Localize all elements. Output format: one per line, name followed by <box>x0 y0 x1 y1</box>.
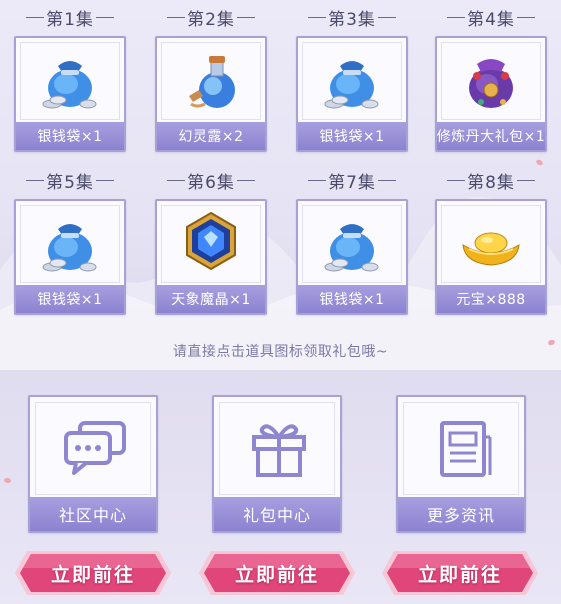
gift-pouch-icon <box>469 59 513 108</box>
silver-money-bag-icon <box>324 224 379 272</box>
episode-4: 第4集 修炼丹大礼包×1 <box>435 2 547 152</box>
episode-7: 第7集 银钱袋×1 <box>296 165 408 315</box>
go-now-button-news[interactable]: 立即前往 <box>380 548 540 598</box>
title-divider <box>377 16 396 18</box>
title-divider <box>236 16 255 18</box>
reward-item-card[interactable]: 幻灵露×2 <box>155 36 267 152</box>
title-divider <box>95 16 114 18</box>
go-now-button-community[interactable]: 立即前往 <box>13 548 173 598</box>
episode-title: 第4集 <box>421 5 561 30</box>
episode-title: 第2集 <box>141 5 281 30</box>
episode-5: 第5集 银钱袋×1 <box>14 165 126 315</box>
potion-bottle-icon <box>189 56 235 108</box>
episode-title: 第3集 <box>282 5 422 30</box>
card-label: 社区中心 <box>30 497 156 531</box>
episode-title: 第1集 <box>0 5 140 30</box>
silver-money-bag-icon <box>42 224 97 272</box>
title-divider <box>308 16 327 18</box>
item-name-label: 银钱袋×1 <box>298 122 406 150</box>
item-name-label: 银钱袋×1 <box>298 285 406 313</box>
chat-bubbles-icon <box>64 421 126 475</box>
episode-6: 第6集 天象魔晶×1 <box>155 165 267 315</box>
go-now-label: 立即前往 <box>50 563 135 586</box>
title-divider <box>167 16 186 18</box>
reward-item-card[interactable]: 银钱袋×1 <box>14 199 126 315</box>
episode-title-text: 第7集 <box>328 172 376 193</box>
item-name-label: 幻灵露×2 <box>157 122 265 150</box>
community-center-card[interactable]: 社区中心 <box>28 395 158 533</box>
episode-title-text: 第3集 <box>328 9 376 30</box>
title-divider <box>308 179 327 181</box>
episode-3: 第3集 银钱袋×1 <box>296 2 408 152</box>
episode-8: 第8集 元宝×888 <box>435 165 547 315</box>
episode-title-text: 第6集 <box>187 172 235 193</box>
card-label: 更多资讯 <box>398 497 524 531</box>
gift-box-icon <box>252 424 306 477</box>
title-divider <box>26 16 45 18</box>
title-divider <box>377 179 396 181</box>
title-divider <box>95 179 114 181</box>
episode-title-text: 第8集 <box>467 172 515 193</box>
go-now-label: 立即前往 <box>234 563 319 586</box>
more-news-card[interactable]: 更多资讯 <box>396 395 526 533</box>
title-divider <box>447 179 466 181</box>
title-divider <box>167 179 186 181</box>
episode-title: 第6集 <box>141 168 281 193</box>
episode-title: 第5集 <box>0 168 140 193</box>
reward-item-card[interactable]: 天象魔晶×1 <box>155 199 267 315</box>
go-now-button-gift[interactable]: 立即前往 <box>197 548 357 598</box>
title-divider <box>26 179 45 181</box>
episode-title-text: 第4集 <box>467 9 515 30</box>
episode-title: 第8集 <box>421 168 561 193</box>
episode-title-text: 第2集 <box>187 9 235 30</box>
silver-money-bag-icon <box>324 61 379 109</box>
reward-item-card[interactable]: 元宝×888 <box>435 199 547 315</box>
reward-item-card[interactable]: 银钱袋×1 <box>14 36 126 152</box>
title-divider <box>236 179 255 181</box>
news-document-icon <box>440 421 492 477</box>
episode-title-text: 第5集 <box>46 172 94 193</box>
magic-crystal-icon <box>186 211 236 271</box>
silver-money-bag-icon <box>42 61 97 109</box>
episode-title-text: 第1集 <box>46 9 94 30</box>
go-now-label: 立即前往 <box>417 563 502 586</box>
item-name-label: 银钱袋×1 <box>16 122 124 150</box>
item-name-label: 元宝×888 <box>437 285 545 313</box>
item-name-label: 天象魔晶×1 <box>157 285 265 313</box>
card-label: 礼包中心 <box>214 497 340 531</box>
title-divider <box>516 16 535 18</box>
gold-ingot-icon <box>462 232 520 266</box>
title-divider <box>516 179 535 181</box>
title-divider <box>447 16 466 18</box>
reward-item-card[interactable]: 银钱袋×1 <box>296 36 408 152</box>
episode-1: 第1集 银钱袋×1 <box>14 2 126 152</box>
item-name-label: 修炼丹大礼包×1 <box>437 122 545 150</box>
item-name-label: 银钱袋×1 <box>16 285 124 313</box>
claim-hint-text: 请直接点击道具图标领取礼包哦~ <box>172 344 389 360</box>
gift-center-card[interactable]: 礼包中心 <box>212 395 342 533</box>
reward-item-card[interactable]: 修炼丹大礼包×1 <box>435 36 547 152</box>
episode-title: 第7集 <box>282 168 422 193</box>
reward-item-card[interactable]: 银钱袋×1 <box>296 199 408 315</box>
petal-decoration <box>3 477 12 484</box>
episode-2: 第2集 幻灵露×2 <box>155 2 267 152</box>
